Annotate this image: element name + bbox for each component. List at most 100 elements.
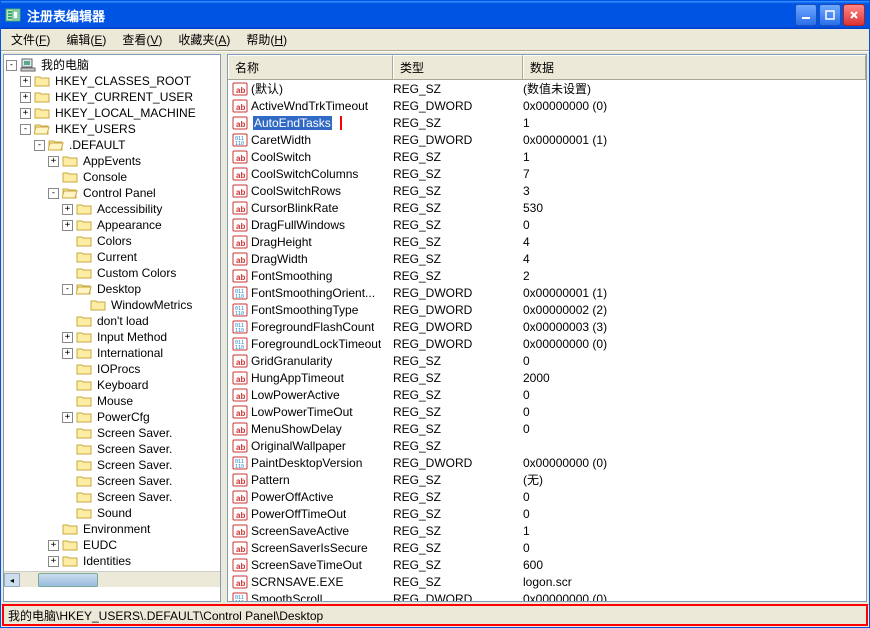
tree-item[interactable]: +International — [6, 345, 220, 361]
tree-item[interactable]: -Desktop — [6, 281, 220, 297]
list-pane[interactable]: 名称 类型 数据 ab(默认)REG_SZ(数值未设置)abActiveWndT… — [227, 54, 867, 602]
tree-item[interactable]: -我的电脑 — [6, 57, 220, 73]
list-row[interactable]: 011110CaretWidthREG_DWORD0x00000001 (1) — [228, 131, 866, 148]
list-row[interactable]: abLowPowerTimeOutREG_SZ0 — [228, 403, 866, 420]
expand-icon[interactable]: + — [62, 332, 73, 343]
tree-item[interactable]: Sound — [6, 505, 220, 521]
list-row[interactable]: abSCRNSAVE.EXEREG_SZlogon.scr — [228, 573, 866, 590]
expand-icon[interactable]: + — [20, 108, 31, 119]
expand-icon[interactable]: + — [62, 348, 73, 359]
list-row[interactable]: 011110ForegroundFlashCountREG_DWORD0x000… — [228, 318, 866, 335]
tree-item[interactable]: Environment — [6, 521, 220, 537]
expand-icon[interactable]: + — [48, 156, 59, 167]
list-row[interactable]: abLowPowerActiveREG_SZ0 — [228, 386, 866, 403]
list-row[interactable]: abGridGranularityREG_SZ0 — [228, 352, 866, 369]
tree-item[interactable]: Mouse — [6, 393, 220, 409]
list-row[interactable]: abHungAppTimeoutREG_SZ2000 — [228, 369, 866, 386]
tree-label: PowerCfg — [95, 409, 152, 425]
list-row[interactable]: abAutoEndTasks REG_SZ1 — [228, 114, 866, 131]
menu-a[interactable]: 收藏夹(A) — [172, 29, 236, 50]
tree-item[interactable]: -HKEY_USERS — [6, 121, 220, 137]
tree-item[interactable]: +HKEY_CURRENT_USER — [6, 89, 220, 105]
column-header-name[interactable]: 名称 — [228, 55, 393, 79]
tree-item[interactable]: +HKEY_LOCAL_MACHINE — [6, 105, 220, 121]
list-row[interactable]: abFontSmoothingREG_SZ2 — [228, 267, 866, 284]
tree-item[interactable]: +Input Method — [6, 329, 220, 345]
list-row[interactable]: abScreenSaverIsSecureREG_SZ0 — [228, 539, 866, 556]
menu-f[interactable]: 文件(F) — [5, 29, 56, 50]
close-button[interactable] — [843, 4, 865, 26]
expand-icon[interactable]: + — [20, 76, 31, 87]
list-row[interactable]: abPowerOffActiveREG_SZ0 — [228, 488, 866, 505]
column-header-type[interactable]: 类型 — [393, 55, 523, 79]
tree-item[interactable]: -Control Panel — [6, 185, 220, 201]
tree-item[interactable]: IOProcs — [6, 361, 220, 377]
expand-icon[interactable]: + — [62, 204, 73, 215]
tree-item[interactable]: Screen Saver. — [6, 457, 220, 473]
tree-item[interactable]: Screen Saver. — [6, 425, 220, 441]
list-row[interactable]: abMenuShowDelayREG_SZ0 — [228, 420, 866, 437]
list-row[interactable]: abCoolSwitchREG_SZ1 — [228, 148, 866, 165]
tree-item[interactable]: -.DEFAULT — [6, 137, 220, 153]
list-row[interactable]: abPowerOffTimeOutREG_SZ0 — [228, 505, 866, 522]
menu-e[interactable]: 编辑(E) — [60, 29, 112, 50]
list-row[interactable]: abOriginalWallpaperREG_SZ — [228, 437, 866, 454]
tree-hscrollbar[interactable]: ◂ — [4, 571, 220, 587]
collapse-icon[interactable]: - — [62, 284, 73, 295]
minimize-button[interactable] — [795, 4, 817, 26]
scroll-thumb[interactable] — [38, 573, 98, 587]
collapse-icon[interactable]: - — [34, 140, 45, 151]
tree-item[interactable]: Screen Saver. — [6, 473, 220, 489]
list-row[interactable]: abScreenSaveActiveREG_SZ1 — [228, 522, 866, 539]
tree-item[interactable]: Screen Saver. — [6, 489, 220, 505]
tree-item[interactable]: Current — [6, 249, 220, 265]
collapse-icon[interactable]: - — [48, 188, 59, 199]
list-row[interactable]: abDragWidthREG_SZ4 — [228, 250, 866, 267]
expand-icon[interactable]: + — [20, 92, 31, 103]
list-row[interactable]: 011110FontSmoothingOrient...REG_DWORD0x0… — [228, 284, 866, 301]
tree-item[interactable]: Keyboard — [6, 377, 220, 393]
menu-h[interactable]: 帮助(H) — [240, 29, 293, 50]
list-row[interactable]: abDragFullWindowsREG_SZ0 — [228, 216, 866, 233]
tree-item[interactable]: + PowerCfg — [6, 409, 220, 425]
list-row[interactable]: ab(默认)REG_SZ(数值未设置) — [228, 80, 866, 97]
tree-item[interactable]: Screen Saver. — [6, 441, 220, 457]
expand-icon[interactable]: + — [62, 220, 73, 231]
menu-v[interactable]: 查看(V) — [116, 29, 168, 50]
binary-value-icon: 011110 — [232, 336, 248, 352]
list-row[interactable]: abCoolSwitchColumnsREG_SZ7 — [228, 165, 866, 182]
list-row[interactable]: abPatternREG_SZ(无) — [228, 471, 866, 488]
list-row[interactable]: abScreenSaveTimeOutREG_SZ600 — [228, 556, 866, 573]
tree-item[interactable]: +AppEvents — [6, 153, 220, 169]
scroll-left-button[interactable]: ◂ — [4, 573, 20, 587]
list-row[interactable]: abDragHeightREG_SZ4 — [228, 233, 866, 250]
column-header-data[interactable]: 数据 — [523, 55, 866, 79]
list-row[interactable]: 011110SmoothScrollREG_DWORD0x00000000 (0… — [228, 590, 866, 602]
tree-item[interactable]: +HKEY_CLASSES_ROOT — [6, 73, 220, 89]
tree-item[interactable]: Colors — [6, 233, 220, 249]
tree-item[interactable]: Console — [6, 169, 220, 185]
list-row[interactable]: abCursorBlinkRateREG_SZ530 — [228, 199, 866, 216]
collapse-icon[interactable]: - — [20, 124, 31, 135]
tree-item[interactable]: +Identities — [6, 553, 220, 569]
tree-item[interactable]: +EUDC — [6, 537, 220, 553]
tree-item[interactable]: WindowMetrics — [6, 297, 220, 313]
tree-item[interactable]: don't load — [6, 313, 220, 329]
maximize-button[interactable] — [819, 4, 841, 26]
statusbar-path: 我的电脑\HKEY_USERS\.DEFAULT\Control Panel\D… — [8, 607, 323, 624]
expand-icon[interactable]: + — [48, 540, 59, 551]
list-row[interactable]: abActiveWndTrkTimeoutREG_DWORD0x00000000… — [228, 97, 866, 114]
list-row[interactable]: 011110FontSmoothingTypeREG_DWORD0x000000… — [228, 301, 866, 318]
list-row[interactable]: 011110ForegroundLockTimeoutREG_DWORD0x00… — [228, 335, 866, 352]
tree-item[interactable]: Custom Colors — [6, 265, 220, 281]
expand-icon[interactable]: + — [48, 556, 59, 567]
tree-pane[interactable]: -我的电脑+HKEY_CLASSES_ROOT+HKEY_CURRENT_USE… — [3, 54, 221, 602]
list-row[interactable]: 011110PaintDesktopVersionREG_DWORD0x0000… — [228, 454, 866, 471]
titlebar[interactable]: 注册表编辑器 — [1, 1, 869, 29]
list-row[interactable]: abCoolSwitchRowsREG_SZ3 — [228, 182, 866, 199]
tree-item[interactable]: +Appearance — [6, 217, 220, 233]
tree-item[interactable]: +Accessibility — [6, 201, 220, 217]
expand-icon[interactable]: + — [62, 412, 73, 423]
splitter[interactable] — [222, 52, 226, 604]
collapse-icon[interactable]: - — [6, 60, 17, 71]
